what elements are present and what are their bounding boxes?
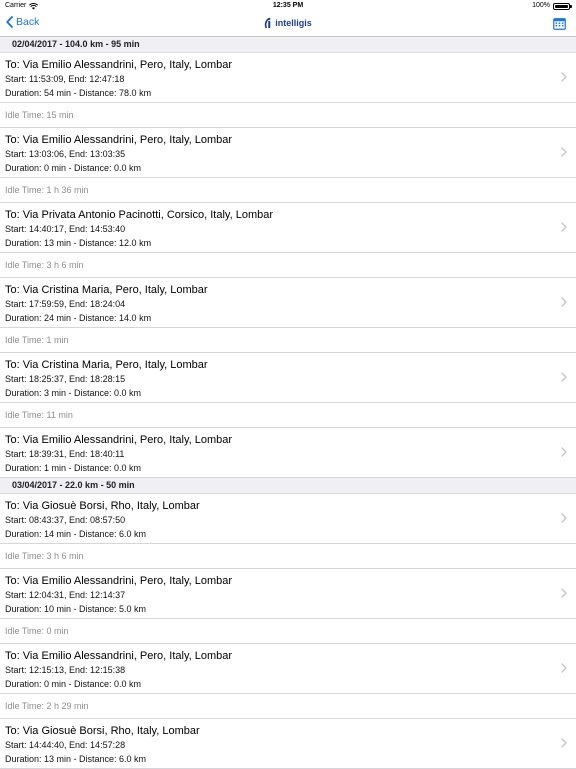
idle-time-row: Idle Time: 1 h 36 min [0, 178, 576, 203]
chevron-right-icon [561, 513, 567, 523]
chevron-right-icon [561, 72, 567, 82]
trip-destination: To: Via Cristina Maria, Pero, Italy, Lom… [5, 284, 208, 296]
trip-row[interactable]: To: Via Privata Antonio Pacinotti, Corsi… [0, 203, 576, 253]
trip-destination: To: Via Emilio Alessandrini, Pero, Italy… [5, 575, 233, 587]
chevron-right-icon [561, 297, 567, 307]
chevron-right-icon [561, 147, 567, 157]
back-button-label: Back [16, 16, 40, 28]
trip-list[interactable]: 02/04/2017 - 104.0 km - 95 min To: Via Em… [0, 37, 576, 769]
trip-times: Start: 18:39:31, End: 18:40:11 [5, 449, 125, 459]
trip-stats: Duration: 3 min - Distance: 0.0 km [5, 388, 142, 398]
trip-destination: To: Via Emilio Alessandrini, Pero, Italy… [5, 59, 233, 71]
status-right: 100% [532, 0, 572, 12]
day-section-header: 02/04/2017 - 104.0 km - 95 min [0, 37, 576, 53]
logo-mark-icon [264, 17, 271, 29]
app-logo: intelligis [264, 17, 312, 29]
trip-row[interactable]: To: Via Cristina Maria, Pero, Italy, Lom… [0, 278, 576, 328]
trip-stats: Duration: 24 min - Distance: 14.0 km [5, 313, 152, 323]
idle-time-row: Idle Time: 11 min [0, 403, 576, 428]
navigation-bar: Back intelligis [0, 12, 576, 37]
trip-times: Start: 08:43:37, End: 08:57:50 [5, 515, 126, 525]
trip-row[interactable]: To: Via Giosuè Borsi, Rho, Italy, Lombar… [0, 494, 576, 544]
trip-times: Start: 12:04:31, End: 12:14:37 [5, 590, 126, 600]
calendar-icon[interactable] [553, 17, 566, 30]
trip-stats: Duration: 14 min - Distance: 6.0 km [5, 529, 147, 539]
trip-row[interactable]: To: Via Emilio Alessandrini, Pero, Italy… [0, 128, 576, 178]
idle-time-row: Idle Time: 2 h 29 min [0, 694, 576, 719]
trip-destination: To: Via Giosuè Borsi, Rho, Italy, Lombar [5, 500, 200, 512]
battery-icon [553, 2, 572, 10]
trip-destination: To: Via Emilio Alessandrini, Pero, Italy… [5, 134, 233, 146]
trip-destination: To: Via Giosuè Borsi, Rho, Italy, Lombar [5, 725, 200, 737]
idle-time-row: Idle Time: 1 min [0, 328, 576, 353]
day-section-header: 03/04/2017 - 22.0 km - 50 min [0, 478, 576, 494]
trip-stats: Duration: 13 min - Distance: 12.0 km [5, 238, 152, 248]
trip-stats: Duration: 13 min - Distance: 6.0 km [5, 754, 147, 764]
status-bar: Carrier 12:35 PM 100% [0, 0, 576, 12]
idle-time-row: Idle Time: 3 h 6 min [0, 253, 576, 278]
trip-destination: To: Via Emilio Alessandrini, Pero, Italy… [5, 434, 233, 446]
back-button[interactable]: Back [6, 16, 39, 28]
chevron-right-icon [561, 738, 567, 748]
trip-stats: Duration: 1 min - Distance: 0.0 km [5, 463, 142, 473]
trip-row[interactable]: To: Via Emilio Alessandrini, Pero, Italy… [0, 53, 576, 103]
trip-times: Start: 14:40:17, End: 14:53:40 [5, 224, 126, 234]
logo-text: intelligis [275, 18, 312, 28]
trip-destination: To: Via Emilio Alessandrini, Pero, Italy… [5, 650, 233, 662]
chevron-right-icon [561, 588, 567, 598]
chevron-right-icon [561, 222, 567, 232]
trip-stats: Duration: 54 min - Distance: 78.0 km [5, 88, 152, 98]
chevron-left-icon [6, 16, 13, 28]
trip-row[interactable]: To: Via Emilio Alessandrini, Pero, Italy… [0, 428, 576, 478]
trip-row[interactable]: To: Via Cristina Maria, Pero, Italy, Lom… [0, 353, 576, 403]
trip-row[interactable]: To: Via Emilio Alessandrini, Pero, Italy… [0, 569, 576, 619]
trip-destination: To: Via Privata Antonio Pacinotti, Corsi… [5, 209, 274, 221]
trip-times: Start: 12:15:13, End: 12:15:38 [5, 665, 126, 675]
trip-stats: Duration: 10 min - Distance: 5.0 km [5, 604, 147, 614]
idle-time-row: Idle Time: 15 min [0, 103, 576, 128]
chevron-right-icon [561, 663, 567, 673]
battery-percent: 100% [532, 2, 550, 9]
trip-times: Start: 14:44:40, End: 14:57:28 [5, 740, 126, 750]
chevron-right-icon [561, 372, 567, 382]
trip-times: Start: 11:53:09, End: 12:47:18 [5, 74, 125, 84]
trip-destination: To: Via Cristina Maria, Pero, Italy, Lom… [5, 359, 208, 371]
trip-times: Start: 18:25:37, End: 18:28:15 [5, 374, 126, 384]
trip-row[interactable]: To: Via Emilio Alessandrini, Pero, Italy… [0, 644, 576, 694]
trip-stats: Duration: 0 min - Distance: 0.0 km [5, 163, 142, 173]
trip-times: Start: 13:03:06, End: 13:03:35 [5, 149, 126, 159]
status-time: 12:35 PM [272, 2, 304, 9]
trip-times: Start: 17:59:59, End: 18:24:04 [5, 299, 126, 309]
chevron-right-icon [561, 447, 567, 457]
idle-time-row: Idle Time: 3 h 6 min [0, 544, 576, 569]
trip-stats: Duration: 0 min - Distance: 0.0 km [5, 679, 142, 689]
idle-time-row: Idle Time: 0 min [0, 619, 576, 644]
trip-row[interactable]: To: Via Giosuè Borsi, Rho, Italy, Lombar… [0, 719, 576, 769]
